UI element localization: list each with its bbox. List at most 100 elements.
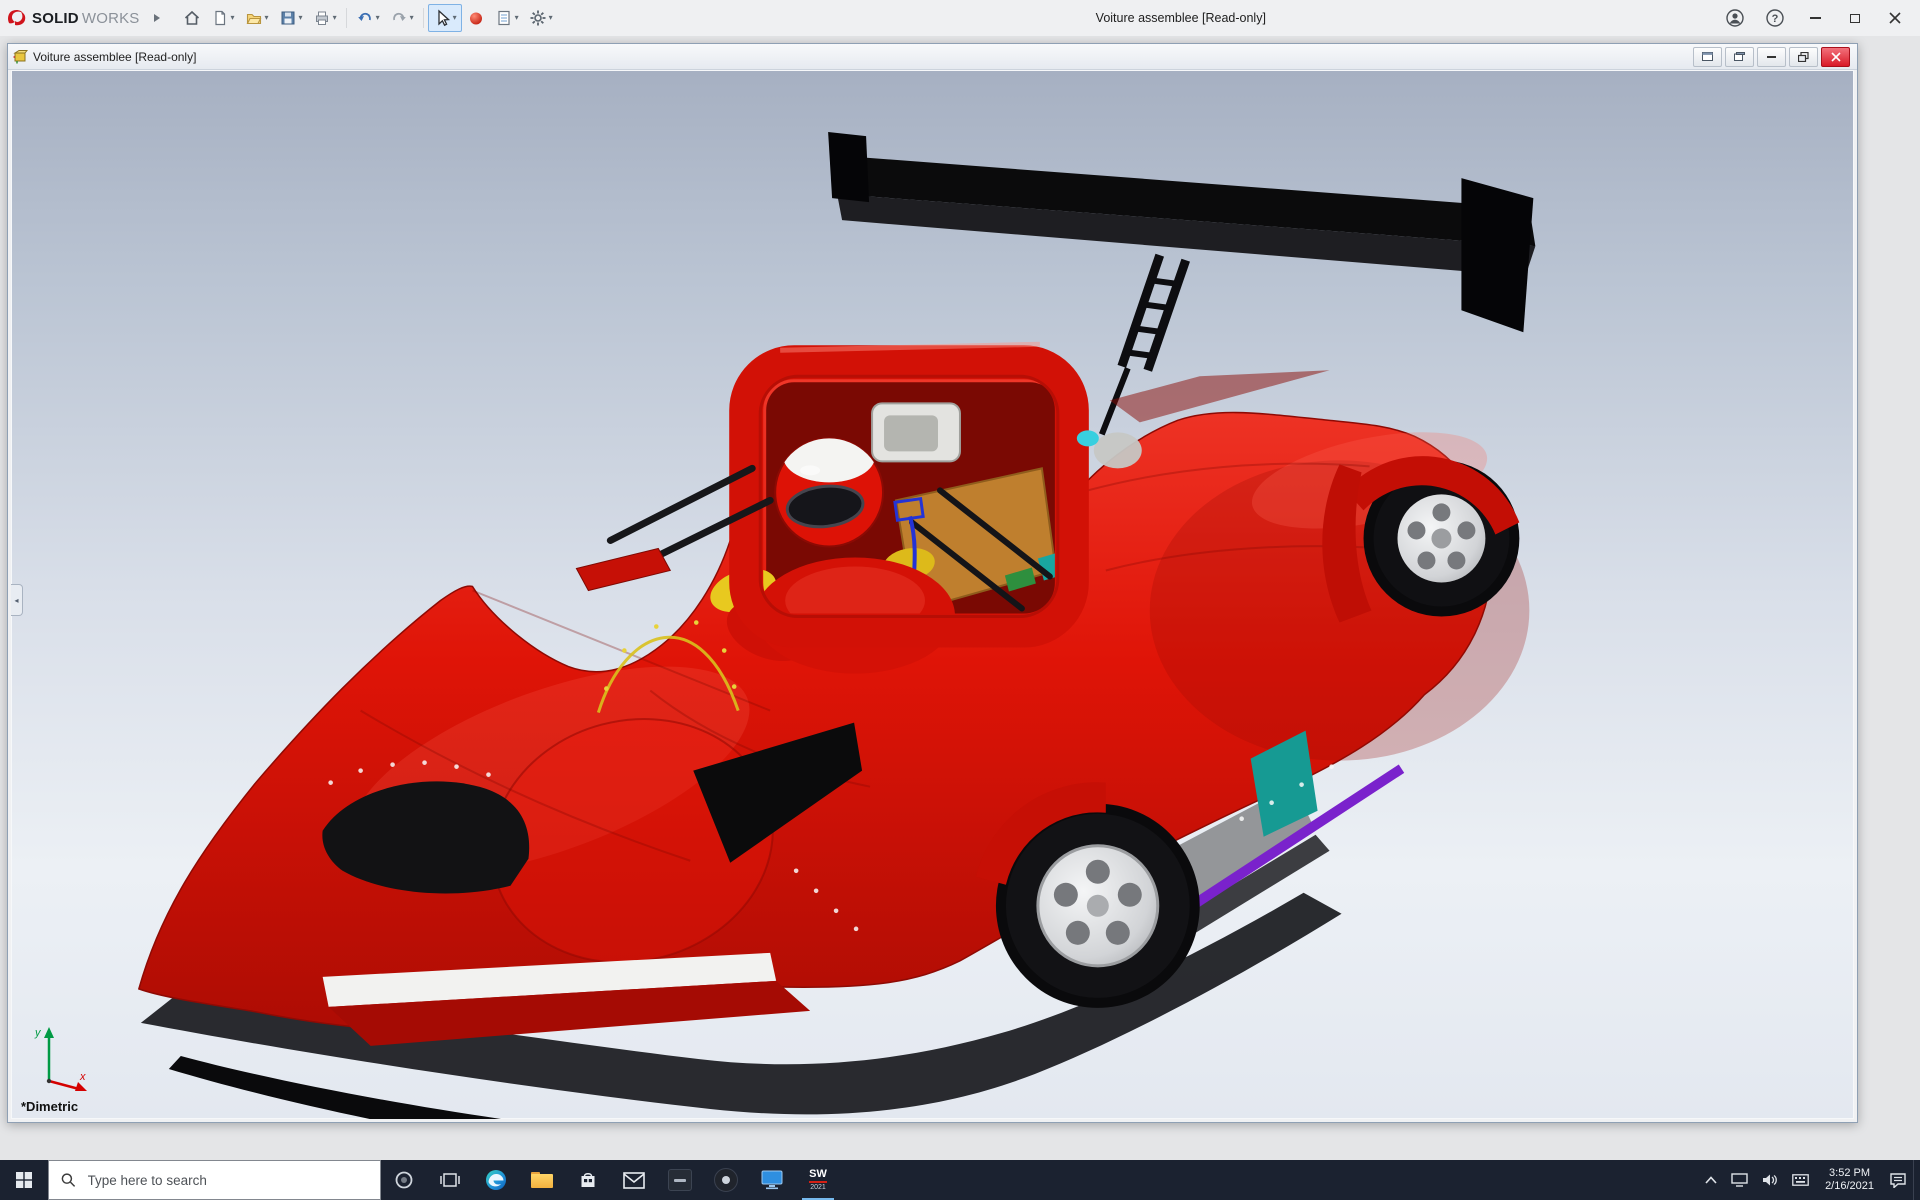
taskbar-app-file-explorer[interactable] xyxy=(519,1160,565,1200)
dark-app-icon xyxy=(668,1169,692,1191)
redo-icon xyxy=(390,9,408,27)
select-tool-button[interactable]: ▾ xyxy=(428,4,462,32)
doc-window-icon-b-button[interactable] xyxy=(1725,47,1754,67)
save-button[interactable]: ▾ xyxy=(274,4,308,32)
design-binder-icon xyxy=(495,9,513,27)
desktop: { "app": { "brand": {"bold": "SOLID", "l… xyxy=(0,0,1920,1200)
taskbar-search[interactable] xyxy=(48,1160,381,1200)
design-binder-button[interactable]: ▾ xyxy=(490,4,524,32)
doc-minimize-button[interactable] xyxy=(1757,47,1786,67)
taskbar-app-mail[interactable] xyxy=(611,1160,657,1200)
close-icon xyxy=(1831,52,1841,62)
dropdown-caret[interactable]: ▾ xyxy=(231,14,235,22)
window-icon xyxy=(1734,52,1745,61)
taskbar-app-monitor[interactable] xyxy=(749,1160,795,1200)
open-folder-icon xyxy=(245,9,263,27)
chevron-up-icon xyxy=(1705,1176,1717,1184)
account-button[interactable] xyxy=(1716,2,1754,34)
settings-button[interactable]: ▾ xyxy=(524,4,558,32)
keyboard-icon xyxy=(1792,1174,1809,1186)
volume-icon xyxy=(1762,1173,1778,1187)
maximize-icon xyxy=(1850,14,1860,23)
select-cursor-icon xyxy=(433,9,451,27)
close-icon xyxy=(1889,12,1901,24)
app-window-title: Voiture assemblee [Read-only] xyxy=(1096,11,1266,25)
taskbar-clock[interactable]: 3:52 PM 2/16/2021 xyxy=(1816,1167,1883,1193)
taskbar-app-solidworks[interactable]: SW 2021 xyxy=(795,1160,841,1200)
search-icon xyxy=(61,1172,76,1188)
taskbar-app-edge[interactable] xyxy=(473,1160,519,1200)
clock-date: 2/16/2021 xyxy=(1825,1180,1874,1193)
help-icon: ? xyxy=(1765,8,1785,28)
cortana-icon xyxy=(394,1170,414,1190)
taskbar-app-store[interactable] xyxy=(565,1160,611,1200)
rear-view-mirror xyxy=(872,403,960,461)
dropdown-caret[interactable]: ▾ xyxy=(265,14,269,22)
red-ball-button[interactable] xyxy=(462,4,490,32)
cortana-button[interactable] xyxy=(381,1160,427,1200)
view-orientation-label: *Dimetric xyxy=(21,1099,78,1114)
app-maximize-button[interactable] xyxy=(1836,2,1874,34)
redo-button[interactable]: ▾ xyxy=(385,4,419,32)
start-button[interactable] xyxy=(0,1160,48,1200)
tray-display-button[interactable] xyxy=(1724,1160,1755,1200)
dropdown-caret[interactable]: ▾ xyxy=(376,14,380,22)
feature-panel-collapse-tab[interactable]: ◂ xyxy=(11,584,23,616)
show-desktop-button[interactable] xyxy=(1913,1160,1920,1200)
solidworks-app-icon: SW 2021 xyxy=(809,1169,827,1191)
dropdown-caret[interactable]: ▾ xyxy=(515,14,519,22)
orientation-triad[interactable]: y x xyxy=(27,1023,91,1093)
store-icon xyxy=(578,1170,598,1190)
brand-text-bold: SOLID xyxy=(32,10,79,27)
dropdown-caret[interactable]: ▾ xyxy=(453,14,457,22)
task-view-button[interactable] xyxy=(427,1160,473,1200)
ds-logo-icon xyxy=(6,7,28,29)
taskbar-app-round[interactable] xyxy=(703,1160,749,1200)
file-explorer-icon xyxy=(531,1172,553,1188)
action-center-button[interactable] xyxy=(1883,1160,1913,1200)
brand-expand-arrow-icon[interactable] xyxy=(154,14,160,22)
assembly-document-icon xyxy=(13,49,28,64)
dropdown-caret[interactable]: ▾ xyxy=(299,14,303,22)
new-document-button[interactable]: ▾ xyxy=(206,4,240,32)
app-titlebar: SOLIDWORKS ▾ ▾ ▾ ▾ xyxy=(0,0,1920,36)
document-titlebar[interactable]: Voiture assemblee [Read-only] xyxy=(8,44,1857,70)
doc-close-button[interactable] xyxy=(1821,47,1850,67)
app-close-button[interactable] xyxy=(1876,2,1914,34)
document-window: Voiture assemblee [Read-only] xyxy=(7,43,1858,1123)
windows-logo-icon xyxy=(16,1172,32,1188)
toolbar-separator xyxy=(423,8,424,28)
taskbar-app-dark-tile[interactable] xyxy=(657,1160,703,1200)
save-icon xyxy=(279,9,297,27)
open-button[interactable]: ▾ xyxy=(240,4,274,32)
restore-icon xyxy=(1798,52,1809,62)
dropdown-caret[interactable]: ▾ xyxy=(549,14,553,22)
windows-taskbar: SW 2021 xyxy=(0,1160,1920,1200)
toolbar-separator xyxy=(346,8,347,28)
dropdown-caret[interactable]: ▾ xyxy=(333,14,337,22)
window-icon xyxy=(1702,52,1713,61)
help-button[interactable]: ? xyxy=(1756,2,1794,34)
doc-restore-button[interactable] xyxy=(1789,47,1818,67)
account-icon xyxy=(1725,8,1745,28)
notifications-icon xyxy=(1890,1173,1906,1188)
app-minimize-button[interactable] xyxy=(1796,2,1834,34)
print-button[interactable]: ▾ xyxy=(308,4,342,32)
search-input[interactable] xyxy=(86,1172,368,1189)
titlebar-right-controls: ? xyxy=(1716,2,1914,34)
brand-text-light: WORKS xyxy=(82,10,140,27)
tray-keyboard-button[interactable] xyxy=(1785,1160,1816,1200)
hidden-icons-button[interactable] xyxy=(1698,1160,1724,1200)
undo-button[interactable]: ▾ xyxy=(351,4,385,32)
car-model[interactable] xyxy=(11,70,1854,1119)
doc-window-icon-a-button[interactable] xyxy=(1693,47,1722,67)
tray-volume-button[interactable] xyxy=(1755,1160,1785,1200)
monitor-app-icon xyxy=(761,1170,783,1190)
home-button[interactable] xyxy=(178,4,206,32)
system-tray: 3:52 PM 2/16/2021 xyxy=(1698,1160,1920,1200)
edge-browser-icon xyxy=(484,1168,508,1192)
round-app-icon xyxy=(714,1168,738,1192)
new-document-icon xyxy=(211,9,229,27)
dropdown-caret[interactable]: ▾ xyxy=(410,14,414,22)
graphics-area[interactable]: y x *Dimetric ◂ xyxy=(11,70,1854,1119)
